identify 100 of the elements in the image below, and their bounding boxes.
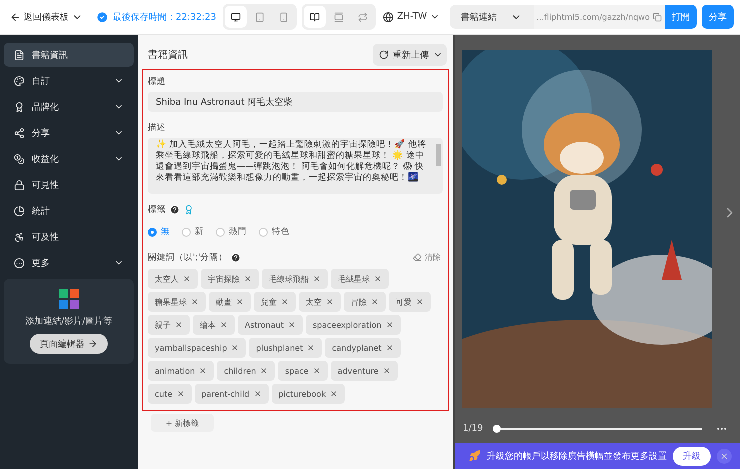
field-label: 標題 [148, 76, 167, 88]
description-field[interactable]: ✨ 加入毛絨太空人阿毛，一起踏上驚險刺激的宇宙探險吧！🚀 他將乘坐毛線球飛船，探索可愛的毛絨星球和甜蜜的糖果星球！ 🌟 途中還會遇到宇宙搗蛋鬼——彈跳泡泡！ 阿毛會如何化解危機呢？ 😱 快來看看這部充滿歡樂和想像力的動畫，一起探索宇宙的奧秘吧！🌌 [148, 138, 443, 194]
remove-icon [260, 367, 268, 375]
sidebar-item[interactable]: 書籍資訊 [4, 43, 134, 67]
back-button[interactable]: 返回儀表板 [8, 8, 85, 26]
keyword-tag[interactable]: 毛絨星球 [331, 269, 389, 289]
remove-icon [231, 344, 240, 352]
keyword-tag[interactable]: 可愛 [389, 292, 431, 312]
globe-icon [383, 12, 394, 22]
tag-radio[interactable]: 無 [148, 226, 170, 238]
remove-icon [313, 275, 321, 283]
tag-radio[interactable]: 新 [182, 226, 204, 238]
scrollbar [436, 144, 441, 166]
keyword-tag[interactable]: 宇宙探險 [201, 269, 259, 289]
field-label: 描述 [148, 122, 167, 134]
remove-icon [371, 298, 379, 306]
close-button[interactable] [717, 448, 732, 464]
media-icon [59, 289, 79, 309]
reupload-button[interactable]: 重新上傳 [373, 44, 447, 66]
remove-icon [326, 298, 334, 306]
check-icon [96, 10, 109, 24]
copy-icon [653, 12, 662, 22]
remove-icon [312, 367, 321, 375]
clear-button[interactable]: 清除 [411, 250, 443, 265]
chart-icon [14, 206, 25, 216]
remove-icon [386, 344, 394, 352]
page-editor-button[interactable]: 頁面編輯器 [30, 334, 108, 354]
arrow-right-icon [88, 339, 98, 349]
share-icon [14, 128, 25, 138]
sidebar-item[interactable]: 統計 [4, 199, 134, 223]
keyword-tag[interactable]: candyplanet [325, 338, 401, 358]
keyword-tag[interactable]: 親子 [148, 315, 190, 335]
title-field[interactable]: Shiba Inu Astronaut 阿毛太空柴 [148, 92, 443, 112]
remove-icon [386, 321, 394, 329]
remove-icon [281, 298, 289, 306]
keyword-tag[interactable]: picturebook [272, 384, 346, 404]
remove-icon [374, 275, 382, 283]
remove-icon [254, 390, 262, 398]
keyword-tag[interactable]: 糖果星球 [148, 292, 206, 312]
keyword-tag[interactable]: 冒險 [344, 292, 386, 312]
help-icon [230, 252, 241, 262]
add-tag-button[interactable]: + 新標籤 [151, 414, 214, 432]
sidebar-item[interactable]: 分享 [4, 121, 134, 145]
desktop-mode-button[interactable] [225, 6, 248, 28]
access-icon [14, 232, 25, 242]
book-view-button[interactable] [304, 6, 326, 28]
sidebar-item[interactable]: 自訂 [4, 69, 134, 93]
keyword-tag[interactable]: 太空人 [148, 269, 198, 289]
sidebar-item[interactable]: 收益化 [4, 147, 134, 171]
keyword-tag[interactable]: 兒童 [254, 292, 296, 312]
page-counter: 1/19 [463, 424, 484, 434]
remove-icon [236, 298, 244, 306]
arrow-left-icon [10, 12, 21, 22]
keyword-tag[interactable]: yarnballspaceship [148, 338, 246, 358]
more-icon [14, 258, 25, 268]
sidebar-item[interactable]: 可見性 [4, 173, 134, 197]
keyword-tag[interactable]: cute [148, 384, 192, 404]
keyword-tag[interactable]: spaceexploration [306, 315, 401, 335]
desktop-icon [231, 10, 242, 24]
keyword-tag[interactable]: adventure [330, 361, 398, 381]
keyword-tag[interactable]: 動畫 [209, 292, 251, 312]
refresh-icon [379, 50, 389, 60]
keyword-tag[interactable]: plushplanet [249, 338, 322, 358]
keyword-tag[interactable]: 繪本 [193, 315, 235, 335]
keyword-tag[interactable]: children [217, 361, 276, 381]
keyword-tag[interactable]: 太空 [299, 292, 341, 312]
keyword-tag[interactable]: animation [148, 361, 214, 381]
keyword-tag[interactable]: Astronaut [238, 315, 303, 335]
sidebar-item[interactable]: 更多 [4, 251, 134, 275]
share-button[interactable]: 分享 [702, 5, 734, 29]
description-text: ✨ 加入毛絨太空人阿毛，一起踏上驚險刺激的宇宙探險吧！🚀 他將乘坐毛線球飛船，探索可愛的毛絨星球和甜蜜的糖果星球！ 🌟 途中還會遇到宇宙搗蛋鬼——彈跳泡泡！ 阿毛會如何化解危機呢？ 😱 快來看看這部充滿歡樂和想像力的動畫，一起探索宇宙的奧秘吧！🌌 [156, 140, 426, 183]
link-type-select[interactable]: 書籍連結 [450, 5, 534, 29]
help-icon [170, 205, 180, 215]
banner-text: 升級您的帳戶以移除廣告橫幅並發布更多設置 [487, 450, 667, 462]
remove-icon [416, 298, 424, 306]
tag-radio[interactable]: 特色 [259, 226, 290, 238]
remove-icon [288, 321, 296, 329]
section-heading: 書籍資訊 [148, 48, 188, 62]
tablet-icon [255, 10, 266, 24]
rocket-icon [469, 450, 481, 462]
keyword-tag[interactable]: parent-child [194, 384, 269, 404]
remove-icon [176, 390, 185, 398]
field-label: 關鍵詞（以';'分隔） [148, 252, 228, 264]
keyword-tag[interactable]: 毛線球飛船 [262, 269, 328, 289]
lock-icon [14, 180, 25, 190]
palette-icon [14, 76, 25, 86]
field-label: 標籤 [148, 204, 166, 216]
open-button[interactable]: 打開 [665, 5, 697, 29]
remove-icon [175, 321, 183, 329]
sidebar-item[interactable]: 品牌化 [4, 95, 134, 119]
phone-icon [279, 10, 290, 24]
remove-icon [183, 275, 191, 283]
language-select[interactable]: ZH-TW [381, 10, 442, 24]
remove-icon [307, 344, 316, 352]
tag-radio[interactable]: 熱門 [216, 226, 247, 238]
promo-text: 添加連結/影片/圖片等 [25, 316, 113, 328]
upgrade-button[interactable]: 升級 [673, 446, 711, 466]
sidebar-item[interactable]: 可及性 [4, 225, 134, 249]
keyword-tag[interactable]: space [278, 361, 328, 381]
remove-icon [220, 321, 228, 329]
